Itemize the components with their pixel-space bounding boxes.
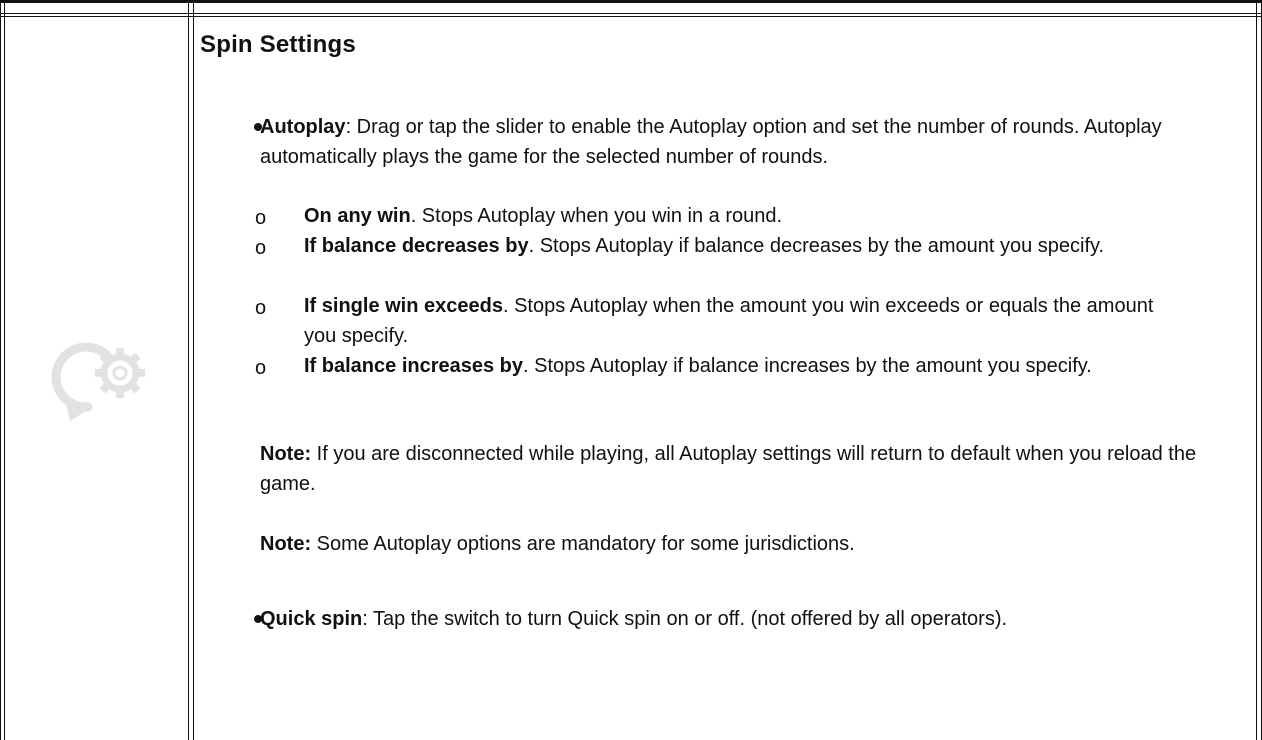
autoplay-paragraph: Autoplay: Drag or tap the slider to enab… xyxy=(260,112,1250,172)
content-cell: Spin Settings Autoplay: Drag or tap the … xyxy=(196,17,1256,740)
option-label: If single win exceeds xyxy=(304,295,503,317)
quick-spin-paragraph: Quick spin: Tap the switch to turn Quick… xyxy=(260,604,1250,634)
option-label: If balance increases by xyxy=(304,355,524,377)
option-text: . Stops Autoplay when you win in a round… xyxy=(410,205,783,227)
option-on-any-win: On any win. Stops Autoplay when you win … xyxy=(304,201,1184,231)
sub-bullet-marker: o xyxy=(255,297,267,319)
note-jurisdictions: Note: Some Autoplay options are mandator… xyxy=(260,529,1250,559)
option-text: . Stops Autoplay if balance increases by… xyxy=(523,355,1092,377)
icon-cell xyxy=(4,17,188,740)
column-divider xyxy=(188,0,189,740)
autoplay-label: Autoplay xyxy=(260,116,346,138)
note-label: Note: xyxy=(260,443,312,465)
sub-bullet-marker: o xyxy=(255,237,267,259)
note-text: Some Autoplay options are mandatory for … xyxy=(311,533,855,555)
quick-spin-text: : Tap the switch to turn Quick spin on o… xyxy=(362,608,1008,630)
option-text: . Stops Autoplay if balance decreases by… xyxy=(528,235,1105,257)
sub-bullet-marker: o xyxy=(255,357,267,379)
table-border-right-inner xyxy=(1256,0,1257,740)
section-title: Spin Settings xyxy=(200,31,356,58)
sub-bullet-marker: o xyxy=(255,207,267,229)
option-single-win-exceeds: If single win exceeds. Stops Autoplay wh… xyxy=(304,291,1184,351)
autoplay-text: : Drag or tap the slider to enable the A… xyxy=(260,116,1162,168)
note-disconnected: Note: If you are disconnected while play… xyxy=(260,439,1250,499)
option-label: If balance decreases by xyxy=(304,235,529,257)
column-divider-inner xyxy=(193,0,194,740)
option-balance-decreases: If balance decreases by. Stops Autoplay … xyxy=(304,231,1184,261)
table-border-top xyxy=(0,0,1262,3)
autoplay-gear-icon xyxy=(48,329,158,429)
note-text: If you are disconnected while playing, a… xyxy=(260,443,1197,495)
table-border-left xyxy=(0,0,1,740)
note-label: Note: xyxy=(260,533,312,555)
option-label: On any win xyxy=(304,205,411,227)
quick-spin-label: Quick spin xyxy=(260,608,363,630)
option-balance-increases: If balance increases by. Stops Autoplay … xyxy=(304,351,1184,381)
